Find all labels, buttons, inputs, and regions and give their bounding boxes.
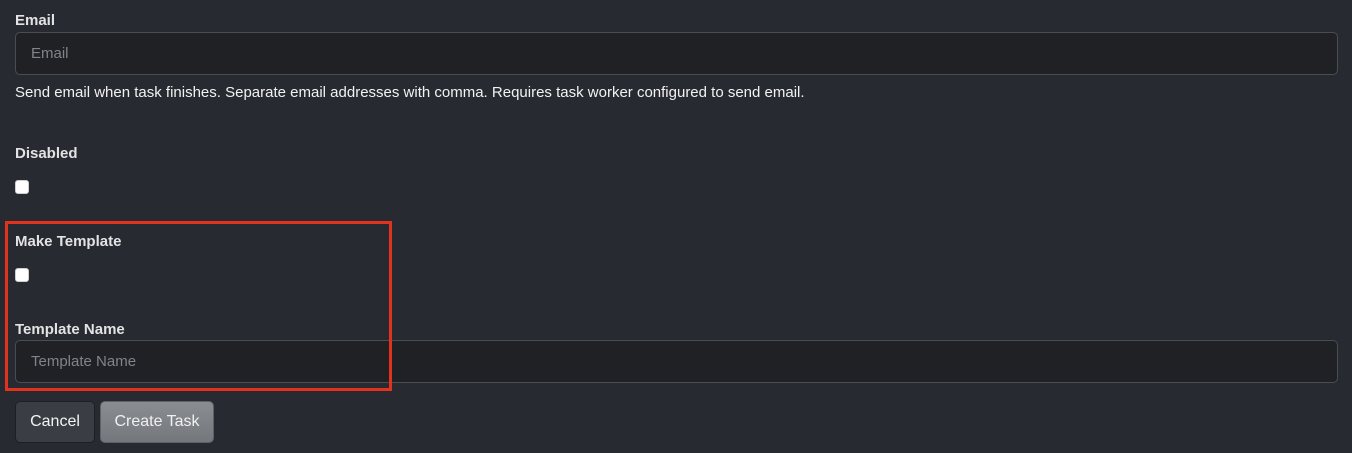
make-template-checkbox[interactable] [15,268,29,282]
disabled-checkbox[interactable] [15,180,29,194]
disabled-label: Disabled [15,145,78,162]
create-task-button[interactable]: Create Task [100,401,214,443]
template-name-label: Template Name [15,321,125,338]
task-form: Email Send email when task finishes. Sep… [0,0,1352,453]
email-field[interactable] [15,32,1338,75]
template-name-field[interactable] [15,340,1338,383]
cancel-button[interactable]: Cancel [15,401,95,443]
email-label: Email [15,12,56,29]
email-help-text: Send email when task finishes. Separate … [15,84,805,101]
make-template-label: Make Template [15,233,122,250]
